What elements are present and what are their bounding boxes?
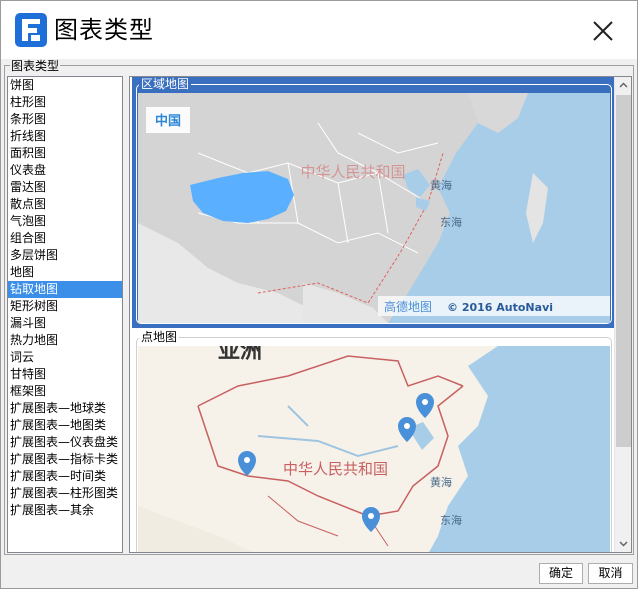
chart-type-item[interactable]: 多层饼图	[8, 247, 122, 264]
chart-type-item[interactable]: 扩展图表—时间类	[8, 468, 122, 485]
app-logo-icon	[15, 13, 47, 47]
map-label-country: 中华人民共和国	[283, 460, 388, 478]
title-bar: 图表类型	[1, 1, 637, 59]
scroll-up-button[interactable]	[615, 77, 631, 94]
map-label-sea1: 黄海	[430, 475, 452, 489]
chart-type-item[interactable]: 扩展图表—指标卡类	[8, 451, 122, 468]
chevron-down-icon	[619, 541, 628, 547]
chart-type-item[interactable]: 甘特图	[8, 366, 122, 383]
point-map-thumbnail: 亚洲 中华人民共和国 黄海 东海	[138, 346, 610, 552]
close-button[interactable]	[585, 13, 621, 49]
chart-type-item[interactable]: 折线图	[8, 128, 122, 145]
chart-type-item[interactable]: 饼图	[8, 77, 122, 94]
preview-card-region-map[interactable]: 中国 中华人民共和国 黄海 东海 高德地图 © 2016 AutoNavi 区域…	[132, 77, 616, 328]
chart-type-item[interactable]: 扩展图表—地图类	[8, 417, 122, 434]
preview-card-point-map[interactable]: 亚洲 中华人民共和国 黄海 东海 点地图	[132, 330, 616, 552]
chart-type-item[interactable]: 扩展图表—其余	[8, 502, 122, 519]
chart-type-dialog: 图表类型 图表类型 饼图 柱形图 条形图 折线图 面积图 仪表盘 雷达图 散点图 气泡图 组合图多…	[0, 0, 638, 589]
map-label-country: 中国	[155, 113, 181, 129]
map-label-sea1: 黄海	[430, 178, 452, 192]
region-map-thumbnail: 中国 中华人民共和国 黄海 东海 高德地图 © 2016 AutoNavi	[138, 93, 610, 323]
group-label: 图表类型	[10, 59, 61, 73]
chart-type-item[interactable]: 词云	[8, 349, 122, 366]
map-label-continent: 亚洲	[218, 346, 262, 364]
chart-type-list[interactable]: 饼图 柱形图 条形图 折线图 面积图 仪表盘 雷达图 散点图 气泡图 组合图 多层饼图 地图 钻取地图矩…	[7, 76, 123, 553]
scroll-down-button[interactable]	[615, 535, 631, 552]
map-attribution-copyright: © 2016 AutoNavi	[447, 301, 553, 314]
map-watermark: 中华人民共和国	[300, 163, 405, 181]
chart-type-item[interactable]: 矩形树图	[8, 298, 122, 315]
chart-type-item[interactable]: 钻取地图	[8, 281, 122, 298]
chart-type-item[interactable]: 仪表盘	[8, 162, 122, 179]
preview-scrollbar[interactable]	[614, 77, 631, 552]
chart-type-item[interactable]: 散点图	[8, 196, 122, 213]
chart-type-item[interactable]: 条形图	[8, 111, 122, 128]
chart-type-item[interactable]: 雷达图	[8, 179, 122, 196]
map-label-sea2: 东海	[440, 513, 462, 527]
card-label-point-map: 点地图	[139, 330, 180, 345]
chart-type-item[interactable]: 扩展图表—仪表盘类	[8, 434, 122, 451]
close-icon	[593, 21, 613, 41]
chart-type-item[interactable]: 漏斗图	[8, 315, 122, 332]
chart-type-item[interactable]: 组合图	[8, 230, 122, 247]
map-attribution-brand: 高德地图	[384, 299, 432, 314]
chart-type-item[interactable]: 柱形图	[8, 94, 122, 111]
chart-type-item[interactable]: 气泡图	[8, 213, 122, 230]
ok-button[interactable]: 确定	[539, 563, 583, 584]
chart-type-item[interactable]: 扩展图表—地球类	[8, 400, 122, 417]
cancel-button[interactable]: 取消	[588, 563, 633, 584]
chart-type-item[interactable]: 热力地图	[8, 332, 122, 349]
chart-type-item[interactable]: 地图	[8, 264, 122, 281]
map-label-sea2: 东海	[440, 215, 462, 229]
chart-type-item[interactable]: 面积图	[8, 145, 122, 162]
chart-type-item[interactable]: 框架图	[8, 383, 122, 400]
scroll-thumb[interactable]	[616, 95, 631, 447]
dialog-title: 图表类型	[54, 16, 154, 44]
chart-type-item[interactable]: 扩展图表—柱形图类	[8, 485, 122, 502]
card-label-region-map: 区域地图	[139, 77, 192, 92]
chevron-up-icon	[619, 82, 628, 88]
chart-preview-panel: 中国 中华人民共和国 黄海 东海 高德地图 © 2016 AutoNavi 区域…	[129, 76, 632, 553]
